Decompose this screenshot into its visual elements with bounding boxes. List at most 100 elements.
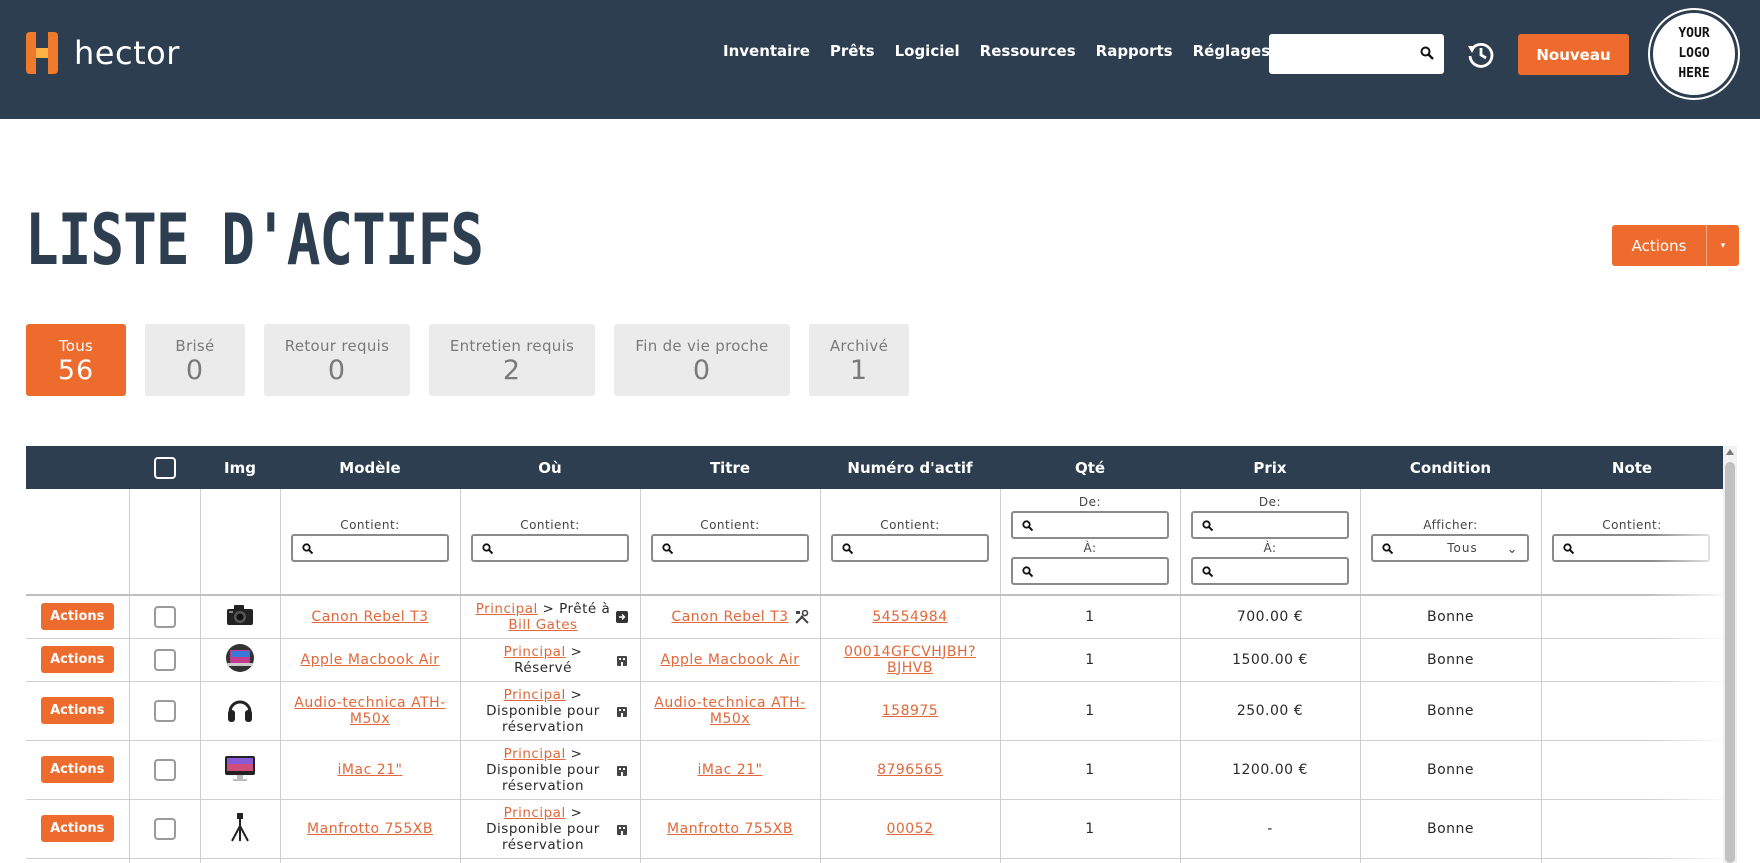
row-select-cell bbox=[129, 638, 201, 682]
filter-qte-to-input[interactable] bbox=[1010, 557, 1169, 585]
row-actions-button[interactable]: Actions bbox=[40, 697, 114, 724]
laptop-icon[interactable] bbox=[224, 643, 256, 673]
company-logo[interactable]: YOUR LOGO HERE bbox=[1650, 10, 1738, 98]
asset-number-link[interactable]: 54554984 bbox=[872, 609, 947, 625]
search-icon bbox=[1562, 543, 1574, 554]
page-actions-button[interactable]: Actions bbox=[1612, 225, 1706, 266]
vertical-scrollbar[interactable] bbox=[1723, 446, 1737, 863]
title-link[interactable]: Apple Macbook Air bbox=[661, 652, 800, 668]
table-row[interactable]: Actions Canon Rebel T3 Principal > Prêté… bbox=[26, 595, 1724, 639]
column-header-qte[interactable]: Qté bbox=[1000, 446, 1180, 489]
row-actions-button[interactable]: Actions bbox=[40, 815, 114, 842]
company-logo-text: YOUR LOGO HERE bbox=[1678, 26, 1710, 81]
history-icon[interactable] bbox=[1466, 40, 1496, 70]
filter-numero-actif-input[interactable] bbox=[830, 534, 989, 562]
model-link[interactable]: Manfrotto 755XB bbox=[307, 821, 433, 837]
tile-fin-de-vie-proche[interactable]: Fin de vie proche 0 bbox=[614, 324, 790, 396]
row-actions-button[interactable]: Actions bbox=[40, 646, 114, 673]
tile-retour-requis[interactable]: Retour requis 0 bbox=[264, 324, 410, 396]
model-link[interactable]: Canon Rebel T3 bbox=[311, 609, 428, 625]
row-img-cell bbox=[200, 799, 281, 859]
column-header-ou[interactable]: Où bbox=[460, 446, 640, 489]
nav-item-prets[interactable]: Prêts bbox=[830, 42, 875, 60]
page-actions-caret[interactable]: ▾ bbox=[1706, 225, 1739, 266]
maintenance-tools-icon[interactable] bbox=[794, 609, 810, 625]
location-link[interactable]: Principal bbox=[504, 687, 566, 703]
headphones-icon[interactable] bbox=[226, 694, 254, 724]
row-checkbox[interactable] bbox=[153, 605, 176, 628]
imac-icon[interactable] bbox=[224, 755, 256, 781]
table-row[interactable]: Actions Apple Macbook Air Principal > Ré… bbox=[26, 638, 1724, 682]
tripod-icon[interactable] bbox=[228, 812, 252, 842]
asset-number-link[interactable]: 8796565 bbox=[877, 762, 943, 778]
location-link[interactable]: Principal bbox=[504, 746, 566, 762]
nav-item-reglages[interactable]: Réglages bbox=[1193, 42, 1271, 60]
model-link[interactable]: Apple Macbook Air bbox=[301, 652, 440, 668]
row-checkbox[interactable] bbox=[153, 758, 176, 781]
row-actions-cell: Actions bbox=[26, 740, 130, 800]
row-qty-cell: 1 bbox=[1000, 595, 1181, 639]
row-condition-cell: Bonne bbox=[1360, 799, 1542, 859]
location-link[interactable]: Principal bbox=[504, 805, 566, 821]
asset-number-link[interactable]: 00014GFCVHJBH?BJHVB bbox=[844, 644, 976, 676]
model-link[interactable]: Audio-technica ATH-M50x bbox=[294, 695, 445, 727]
camera-icon[interactable] bbox=[225, 603, 255, 627]
table-row[interactable]: Actions iMac 21" Principal > Disponible … bbox=[26, 740, 1724, 800]
column-header-note[interactable]: Note bbox=[1541, 446, 1723, 489]
asset-number-link[interactable]: 00052 bbox=[886, 821, 933, 837]
model-link[interactable]: iMac 21" bbox=[338, 762, 403, 778]
location-link[interactable]: Principal bbox=[504, 644, 566, 660]
filter-cell-ou: Contient: bbox=[460, 489, 641, 596]
tile-archive[interactable]: Archivé 1 bbox=[809, 324, 909, 396]
row-checkbox[interactable] bbox=[153, 817, 176, 840]
row-checkbox[interactable] bbox=[153, 648, 176, 671]
tile-brise[interactable]: Brisé 0 bbox=[145, 324, 245, 396]
row-actions-cell: Actions bbox=[26, 681, 130, 741]
borrower-link[interactable]: Bill Gates bbox=[508, 617, 577, 633]
column-header-titre[interactable]: Titre bbox=[640, 446, 820, 489]
row-actions-button[interactable]: Actions bbox=[40, 603, 114, 631]
filter-qte-from-input[interactable] bbox=[1010, 511, 1169, 539]
page-title: LISTE D'ACTIFS bbox=[25, 200, 484, 282]
table-row[interactable] bbox=[26, 858, 1724, 863]
filter-modele-input[interactable] bbox=[290, 534, 449, 562]
title-link[interactable]: Canon Rebel T3 bbox=[671, 609, 788, 625]
location-link[interactable]: Principal bbox=[476, 601, 538, 617]
filter-titre-input[interactable] bbox=[650, 534, 809, 562]
filter-condition-select[interactable]: Tous ⌄ bbox=[1370, 534, 1529, 562]
nav-item-logiciel[interactable]: Logiciel bbox=[895, 42, 960, 60]
row-checkbox[interactable] bbox=[153, 699, 176, 722]
tile-entretien-requis[interactable]: Entretien requis 2 bbox=[429, 324, 595, 396]
filter-prix-to-input[interactable] bbox=[1190, 557, 1349, 585]
filter-prix-from-input[interactable] bbox=[1190, 511, 1349, 539]
nav-item-rapports[interactable]: Rapports bbox=[1096, 42, 1173, 60]
scroll-up-arrow-icon[interactable] bbox=[1726, 449, 1734, 455]
tile-tous[interactable]: Tous 56 bbox=[26, 324, 126, 396]
scrollbar-thumb[interactable] bbox=[1725, 462, 1735, 863]
table-row[interactable]: Actions Audio-technica ATH-M50x Principa… bbox=[26, 681, 1724, 741]
table-row[interactable]: Actions Manfrotto 755XB Principal > Disp… bbox=[26, 799, 1724, 859]
asset-number-link[interactable]: 158975 bbox=[882, 703, 938, 719]
new-asset-button[interactable]: Nouveau bbox=[1518, 34, 1629, 75]
column-header-actions bbox=[26, 446, 129, 489]
nav-item-ressources[interactable]: Ressources bbox=[980, 42, 1076, 60]
filter-label-to: À: bbox=[1083, 541, 1097, 555]
search-icon bbox=[1201, 566, 1213, 577]
title-link[interactable]: iMac 21" bbox=[698, 762, 763, 778]
nav-item-inventaire[interactable]: Inventaire bbox=[723, 42, 810, 60]
column-header-prix[interactable]: Prix bbox=[1180, 446, 1360, 489]
column-header-img[interactable]: Img bbox=[200, 446, 280, 489]
column-header-condition[interactable]: Condition bbox=[1360, 446, 1541, 489]
search-icon[interactable] bbox=[1420, 46, 1434, 60]
title-link[interactable]: Manfrotto 755XB bbox=[667, 821, 793, 837]
global-search-input[interactable] bbox=[1269, 34, 1444, 74]
brand-logo[interactable]: hector bbox=[24, 32, 180, 74]
column-header-modele[interactable]: Modèle bbox=[280, 446, 460, 489]
select-all-checkbox[interactable] bbox=[153, 456, 176, 479]
row-actions-button[interactable]: Actions bbox=[40, 756, 114, 783]
title-link[interactable]: Audio-technica ATH-M50x bbox=[654, 695, 805, 727]
column-header-numero-actif[interactable]: Numéro d'actif bbox=[820, 446, 1000, 489]
filter-ou-input[interactable] bbox=[470, 534, 629, 562]
filter-note-input[interactable] bbox=[1551, 534, 1710, 562]
row-note-cell bbox=[1541, 595, 1724, 639]
